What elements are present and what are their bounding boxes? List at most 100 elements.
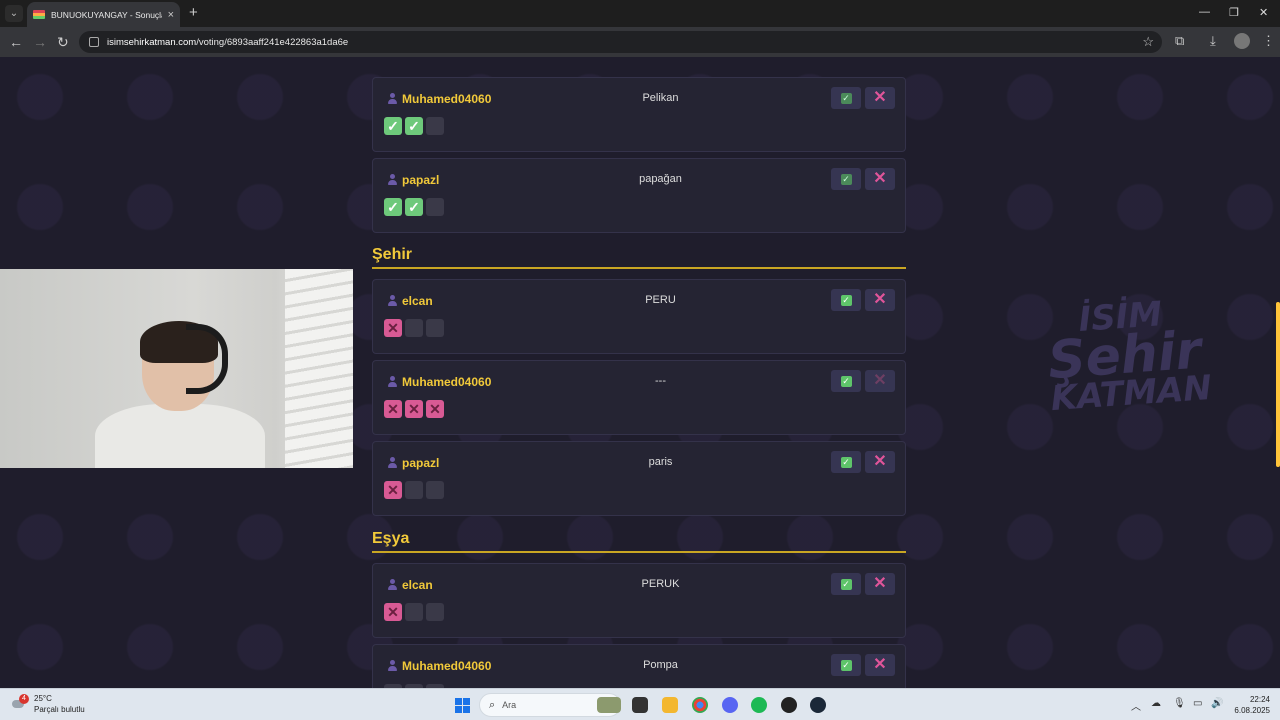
cross-icon: ✕ <box>873 170 887 187</box>
task-view-icon[interactable] <box>632 697 648 713</box>
player-answer: PERUK <box>641 578 680 590</box>
webcam-overlay <box>0 269 353 468</box>
spotify-icon[interactable] <box>751 697 767 713</box>
user-icon <box>387 376 398 388</box>
search-icon: ⌕ <box>489 698 496 711</box>
volume-icon[interactable]: 🔊 <box>1211 698 1223 709</box>
vote-reject-icon: ✕ <box>384 400 402 418</box>
profile-avatar[interactable] <box>1234 33 1250 49</box>
player-answer: papağan <box>639 173 682 185</box>
reload-icon[interactable]: ↻ <box>57 34 69 50</box>
reject-button[interactable]: ✕ <box>865 451 895 473</box>
player: Muhamed04060 <box>387 659 491 673</box>
reject-button[interactable]: ✕ <box>865 573 895 595</box>
weather-badge: 4 <box>19 694 29 704</box>
clock-time: 22:24 <box>1249 695 1270 704</box>
vote-empty-slot <box>426 319 444 337</box>
checkmark-icon: ✓ <box>840 173 852 185</box>
download-icon[interactable]: ⤓ <box>1210 33 1216 49</box>
approve-button[interactable]: ✓ <box>831 573 861 595</box>
discord-icon[interactable] <box>722 697 738 713</box>
steam-icon[interactable] <box>810 697 826 713</box>
answer-card: papazl paris ✕ ✓ ✕ <box>372 441 906 516</box>
taskbar-search-placeholder: Ara <box>502 700 517 710</box>
player-name: Muhamed04060 <box>402 659 492 673</box>
new-tab-button[interactable]: + <box>189 5 198 20</box>
answer-card: Muhamed04060 --- ✕ ✕ ✕ ✓ ✕ <box>372 360 906 435</box>
vote-approve-icon: ✓ <box>384 198 402 216</box>
chrome-icon[interactable] <box>692 697 708 713</box>
cross-icon: ✕ <box>873 656 887 673</box>
address-bar[interactable]: isimsehirkatman.com/voting/6893aaff241e4… <box>79 31 1162 53</box>
answer-card: elcan PERUK ✕ ✓ ✕ <box>372 563 906 638</box>
vote-empty-slot <box>426 603 444 621</box>
player-answer: --- <box>655 375 666 387</box>
browser-toolbar: ← → ↻ isimsehirkatman.com/voting/6893aaf… <box>0 27 1280 57</box>
approve-button[interactable]: ✓ <box>831 168 861 190</box>
answer-card: papazl papağan ✓ ✓ ✓ ✕ <box>372 158 906 233</box>
streamer-body <box>95 404 265 468</box>
bookmark-star-icon[interactable]: ☆ <box>1142 34 1154 50</box>
player-name: elcan <box>402 294 433 308</box>
vote-empty-slot <box>405 481 423 499</box>
player-name: elcan <box>402 578 433 592</box>
vote-indicators: ✕ <box>384 319 444 337</box>
tray-chevron-icon[interactable]: ︿ <box>1131 698 1141 713</box>
tab-search-icon[interactable]: ⌄ <box>5 5 23 22</box>
onedrive-icon[interactable]: ☁ <box>1151 698 1161 709</box>
reject-button[interactable]: ✕ <box>865 289 895 311</box>
player-name: papazl <box>402 173 440 187</box>
cross-icon: ✕ <box>873 575 887 592</box>
user-icon <box>387 660 398 672</box>
restore-icon[interactable]: ❐ <box>1229 6 1239 19</box>
category-heading: Eşya <box>372 530 906 553</box>
weather-widget[interactable]: 4 25°C Parçalı bulutlu <box>12 693 85 715</box>
weather-temp: 25°C <box>34 694 52 703</box>
browser-tab[interactable]: BUNUOKUYANGAY - Sonuçlar × <box>27 2 180 27</box>
player: Muhamed04060 <box>387 92 491 106</box>
vote-reject-icon: ✕ <box>405 400 423 418</box>
site-info-icon[interactable] <box>89 37 99 47</box>
vote-indicators: ✓ ✓ <box>384 198 444 216</box>
start-button-icon[interactable] <box>455 698 470 713</box>
extensions-icon[interactable]: ⧉ <box>1175 33 1184 49</box>
checkmark-icon: ✓ <box>840 92 852 104</box>
vote-empty-slot <box>426 198 444 216</box>
reject-button[interactable]: ✕ <box>865 87 895 109</box>
url-text: isimsehirkatman.com/voting/6893aaff241e4… <box>107 37 348 48</box>
category-heading: Şehir <box>372 246 906 269</box>
tab-close-icon[interactable]: × <box>168 9 174 21</box>
microphone-icon[interactable]: 🎙 <box>1173 698 1186 709</box>
page-scrollbar[interactable] <box>1276 302 1280 467</box>
cloud-icon: 4 <box>12 694 29 711</box>
approve-button[interactable]: ✓ <box>831 289 861 311</box>
system-clock[interactable]: 22:24 6.08.2025 <box>1228 694 1270 716</box>
weather-text: 25°C Parçalı bulutlu <box>34 693 85 715</box>
weather-desc: Parçalı bulutlu <box>34 705 85 714</box>
vote-empty-slot <box>426 117 444 135</box>
player: elcan <box>387 294 433 308</box>
reject-button[interactable]: ✕ <box>865 168 895 190</box>
checkmark-icon: ✓ <box>840 375 852 387</box>
player: papazl <box>387 456 439 470</box>
close-window-icon[interactable]: ✕ <box>1259 6 1268 19</box>
answer-card: Muhamed04060 Pelikan ✓ ✓ ✓ ✕ <box>372 77 906 152</box>
reject-button[interactable]: ✕ <box>865 370 895 392</box>
browser-tab-bar: ⌄ BUNUOKUYANGAY - Sonuçlar × + — ❐ ✕ <box>0 0 1280 27</box>
forward-arrow-icon[interactable]: → <box>33 34 47 50</box>
back-arrow-icon[interactable]: ← <box>9 34 23 50</box>
minimize-icon[interactable]: — <box>1199 6 1210 18</box>
approve-button[interactable]: ✓ <box>831 370 861 392</box>
file-explorer-icon[interactable] <box>662 697 678 713</box>
url-domain: isimsehirkatman.com <box>107 36 197 48</box>
approve-button[interactable]: ✓ <box>831 654 861 676</box>
network-icon[interactable]: ▭ <box>1193 698 1202 709</box>
player-name: Muhamed04060 <box>402 375 492 389</box>
approve-button[interactable]: ✓ <box>831 451 861 473</box>
player: papazl <box>387 173 439 187</box>
approve-button[interactable]: ✓ <box>831 87 861 109</box>
vote-indicators: ✕ <box>384 603 444 621</box>
menu-dots-icon[interactable]: ⋮ <box>1262 33 1275 49</box>
reject-button[interactable]: ✕ <box>865 654 895 676</box>
game-app-icon[interactable] <box>781 697 797 713</box>
